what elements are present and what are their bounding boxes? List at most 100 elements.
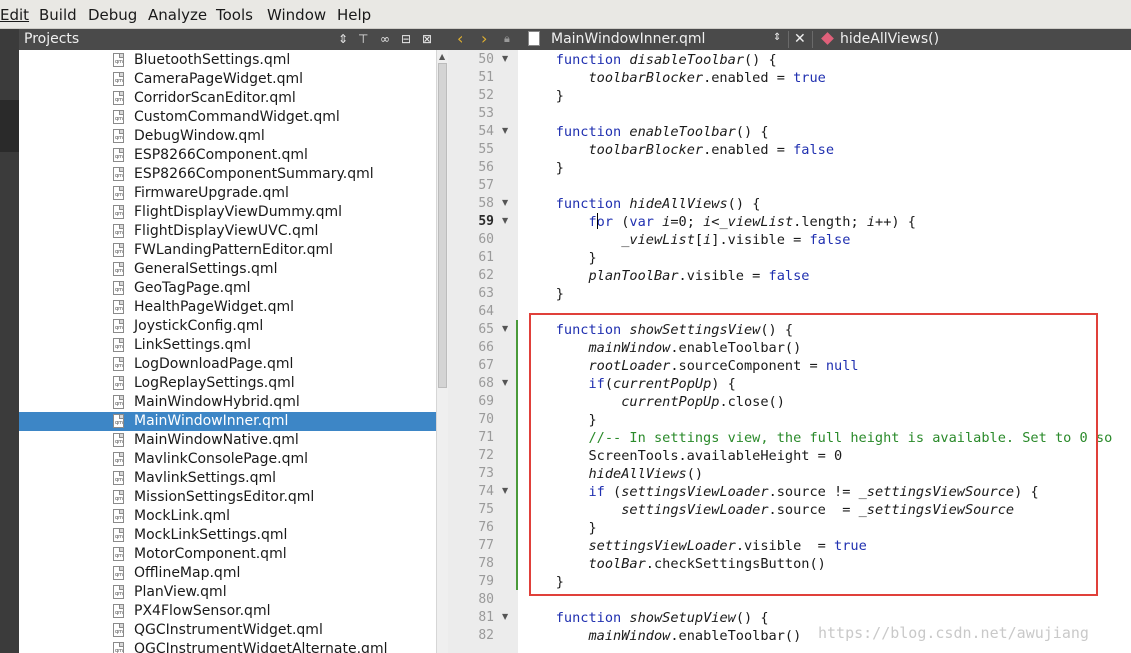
- code-line[interactable]: }: [523, 87, 564, 105]
- fold-marker-icon[interactable]: ▼: [502, 212, 508, 230]
- file-tree-item[interactable]: qml OfflineMap.qml: [19, 564, 436, 583]
- code-keyword: function: [555, 196, 630, 212]
- file-tree-item-label: MissionSettingsEditor.qml: [134, 489, 315, 505]
- open-file-selector[interactable]: MainWindowInner.qml: [551, 30, 705, 49]
- file-tree-item[interactable]: qml MockLink.qml: [19, 507, 436, 526]
- file-tree-item[interactable]: qml MockLinkSettings.qml: [19, 526, 436, 545]
- file-tree-item-label: ESP8266ComponentSummary.qml: [134, 166, 374, 182]
- close-document-icon[interactable]: ✕: [794, 30, 806, 49]
- file-tree-item[interactable]: qml CorridorScanEditor.qml: [19, 89, 436, 108]
- split-panel-icon[interactable]: ⊟: [401, 31, 411, 48]
- qml-file-icon: [528, 31, 540, 46]
- code-line[interactable]: mainWindow.enableToolbar(): [523, 627, 801, 645]
- file-tree-item[interactable]: qml MavlinkSettings.qml: [19, 469, 436, 488]
- fold-marker-icon[interactable]: ▼: [502, 50, 508, 68]
- file-tree-item[interactable]: qml QGCInstrumentWidget.qml: [19, 621, 436, 640]
- menu-help[interactable]: Help: [337, 6, 371, 24]
- code-line[interactable]: function disableToolbar() {: [523, 51, 777, 69]
- file-tree-item[interactable]: qml BluetoothSettings.qml: [19, 51, 436, 70]
- file-tree-item-label: MotorComponent.qml: [134, 546, 287, 562]
- file-tree-item[interactable]: qml LogReplaySettings.qml: [19, 374, 436, 393]
- file-tree-item[interactable]: qml FlightDisplayViewDummy.qml: [19, 203, 436, 222]
- code-identifier: disableToolbar: [629, 52, 744, 68]
- menu-tools[interactable]: Tools: [216, 6, 253, 24]
- editor-toolbar: ‹ › 🔒︎ MainWindowInner.qml ⇕ ✕ hideAllVi…: [448, 29, 1131, 50]
- file-tree-item[interactable]: qml FWLandingPatternEditor.qml: [19, 241, 436, 260]
- file-tree-item[interactable]: qml HealthPageWidget.qml: [19, 298, 436, 317]
- current-symbol-selector[interactable]: hideAllViews(): [840, 30, 939, 49]
- file-tree-item[interactable]: qml GeneralSettings.qml: [19, 260, 436, 279]
- file-tree-item[interactable]: qml MainWindowNative.qml: [19, 431, 436, 450]
- fold-marker-icon[interactable]: ▼: [502, 482, 508, 500]
- file-tree-item[interactable]: qml CameraPageWidget.qml: [19, 70, 436, 89]
- file-icon-label: qml: [115, 268, 124, 274]
- fold-marker-icon[interactable]: ▼: [502, 320, 508, 338]
- code-text: () {: [735, 610, 769, 626]
- fold-marker-icon[interactable]: ▼: [502, 608, 508, 626]
- projects-panel-title[interactable]: Projects: [24, 30, 79, 49]
- file-tree-item[interactable]: qml ESP8266Component.qml: [19, 146, 436, 165]
- code-line[interactable]: function showSetupView() {: [523, 609, 769, 627]
- qml-file-icon: qml: [113, 509, 124, 523]
- file-icon-label: qml: [115, 249, 124, 255]
- close-panel-icon[interactable]: ⊠: [422, 31, 432, 48]
- file-tree-item[interactable]: qml LinkSettings.qml: [19, 336, 436, 355]
- file-tree-item-label: MainWindowInner.qml: [134, 413, 289, 429]
- code-line[interactable]: function hideAllViews() {: [523, 195, 761, 213]
- mode-button-active[interactable]: [0, 100, 19, 152]
- file-tree-item[interactable]: qml JoystickConfig.qml: [19, 317, 436, 336]
- scroll-up-arrow-icon[interactable]: ▲: [439, 52, 445, 61]
- code-line[interactable]: toolbarBlocker.enabled = false: [523, 141, 834, 159]
- filter-icon[interactable]: ⊤: [358, 31, 368, 48]
- line-number: 66: [478, 340, 494, 355]
- project-file-tree[interactable]: qml BluetoothSettings.qml qml CameraPageWid…: [19, 50, 436, 653]
- qml-file-icon: qml: [113, 319, 124, 333]
- file-tree-item[interactable]: qml PlanView.qml: [19, 583, 436, 602]
- project-tree-scrollbar[interactable]: ▲: [436, 50, 448, 653]
- code-identifier: i: [866, 214, 876, 230]
- file-tree-item[interactable]: qml FirmwareUpgrade.qml: [19, 184, 436, 203]
- file-tree-item[interactable]: qml MissionSettingsEditor.qml: [19, 488, 436, 507]
- file-tree-item[interactable]: qml MainWindowHybrid.qml: [19, 393, 436, 412]
- code-line[interactable]: }: [523, 159, 564, 177]
- code-text: () {: [744, 52, 777, 68]
- line-number: 64: [478, 304, 494, 319]
- qml-file-icon: qml: [113, 243, 124, 257]
- view-selector-chevron-icon[interactable]: ⇕: [338, 31, 348, 48]
- fold-marker-icon[interactable]: ▼: [502, 194, 508, 212]
- code-line[interactable]: }: [523, 285, 564, 303]
- file-tree-item[interactable]: qml ESP8266ComponentSummary.qml: [19, 165, 436, 184]
- code-line[interactable]: _viewList[i].visible = false: [523, 231, 850, 249]
- code-line[interactable]: }: [523, 249, 596, 267]
- navigate-forward-icon[interactable]: ›: [481, 29, 487, 49]
- file-tree-item[interactable]: qml CustomCommandWidget.qml: [19, 108, 436, 127]
- code-line[interactable]: planToolBar.visible = false: [523, 267, 809, 285]
- navigate-back-icon[interactable]: ‹: [457, 29, 463, 49]
- fold-marker-icon[interactable]: ▼: [502, 374, 508, 392]
- file-tree-item[interactable]: qml MotorComponent.qml: [19, 545, 436, 564]
- code-line[interactable]: toolbarBlocker.enabled = true: [523, 69, 825, 87]
- file-tree-item[interactable]: qml QGCInstrumentWidgetAlternate.qml: [19, 640, 436, 653]
- file-dropdown-chevron-icon[interactable]: ⇕: [773, 32, 781, 43]
- file-tree-item[interactable]: qml GeoTagPage.qml: [19, 279, 436, 298]
- code-line[interactable]: function enableToolbar() {: [523, 123, 769, 141]
- code-line[interactable]: for (var i=0; i<_viewList.length; i++) {: [523, 213, 915, 231]
- line-number: 61: [478, 250, 494, 265]
- menu-window[interactable]: Window: [267, 6, 326, 24]
- file-tree-item[interactable]: qml PX4FlowSensor.qml: [19, 602, 436, 621]
- fold-marker-icon[interactable]: ▼: [502, 122, 508, 140]
- scrollbar-thumb[interactable]: [438, 63, 447, 388]
- menu-build[interactable]: Build: [39, 6, 77, 24]
- menu-debug[interactable]: Debug: [88, 6, 137, 24]
- file-tree-item[interactable]: qml DebugWindow.qml: [19, 127, 436, 146]
- file-tree-item[interactable]: qml LogDownloadPage.qml: [19, 355, 436, 374]
- link-with-editor-icon[interactable]: ∞: [380, 31, 390, 48]
- file-tree-item[interactable]: qml FlightDisplayViewUVC.qml: [19, 222, 436, 241]
- file-icon-label: qml: [115, 135, 124, 141]
- file-tree-item-label: BluetoothSettings.qml: [134, 52, 291, 68]
- menu-edit[interactable]: Edit: [0, 6, 29, 24]
- menu-analyze[interactable]: Analyze: [148, 6, 207, 24]
- file-tree-item[interactable]: qml MavlinkConsolePage.qml: [19, 450, 436, 469]
- file-tree-item[interactable]: qml MainWindowInner.qml: [19, 412, 436, 431]
